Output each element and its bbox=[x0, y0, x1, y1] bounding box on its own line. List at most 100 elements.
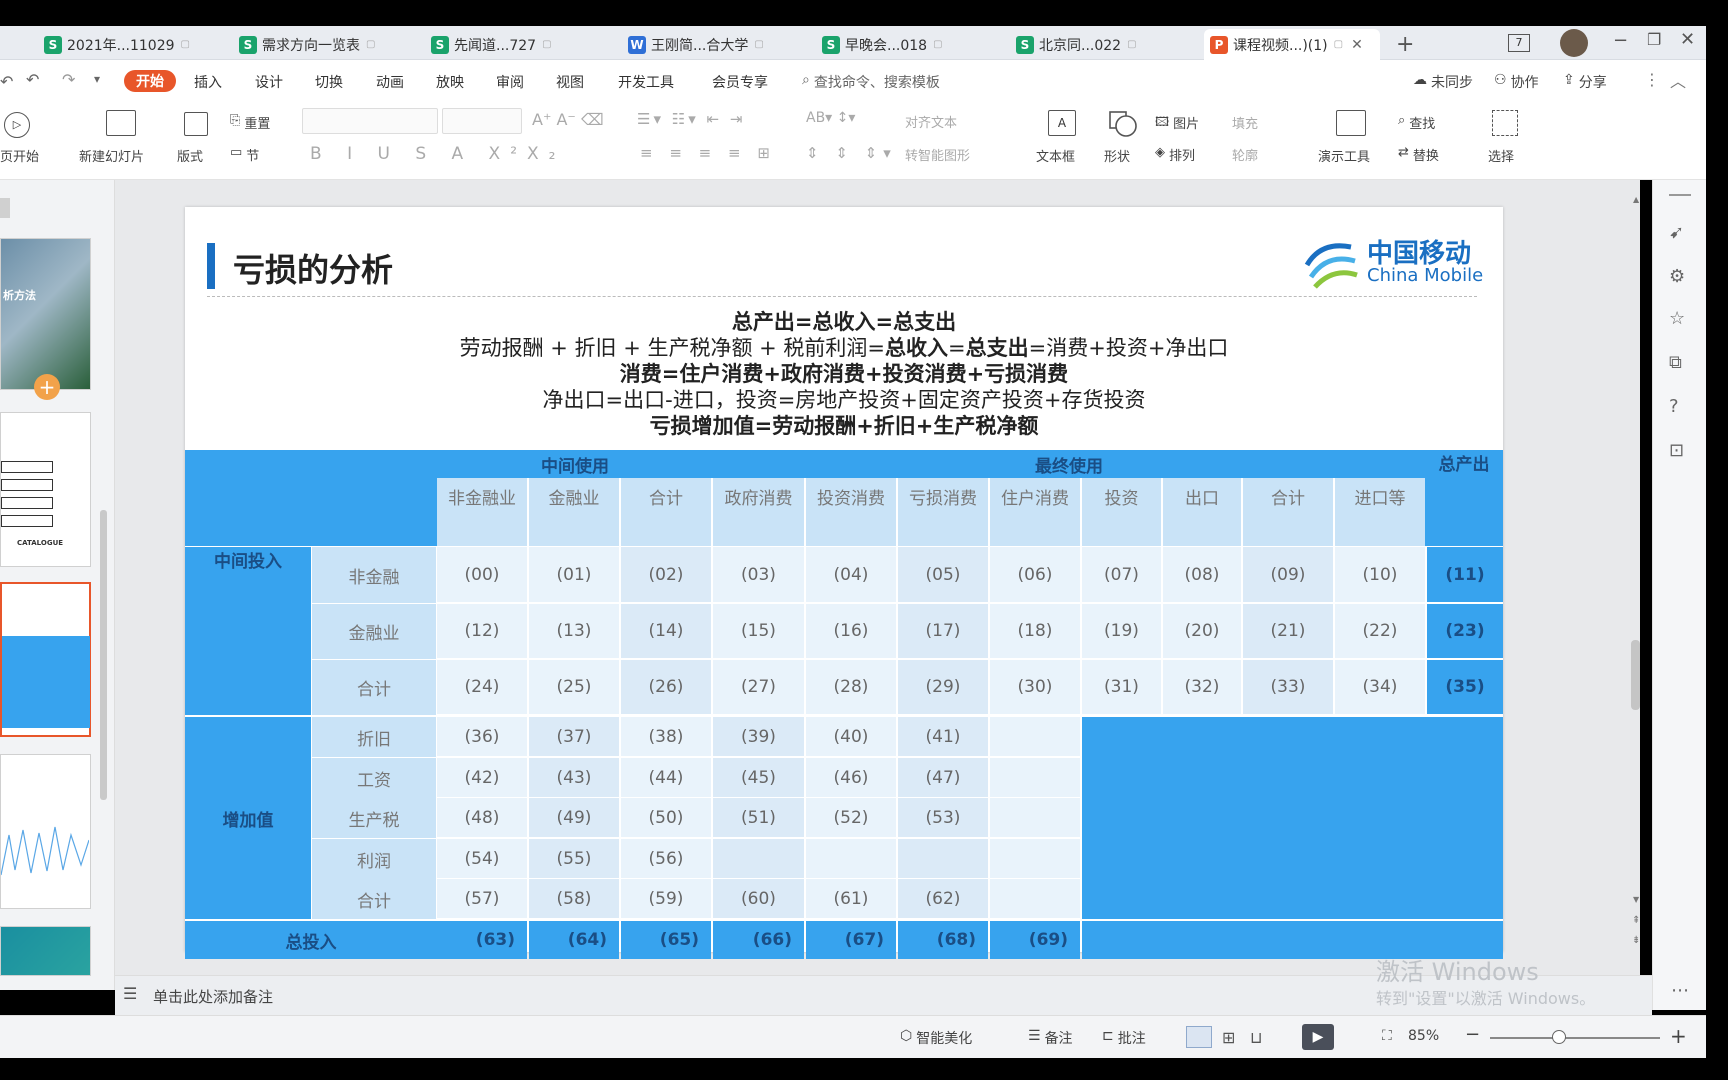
panel-tab[interactable] bbox=[0, 198, 10, 218]
quick-access-dropdown-icon[interactable]: ▾ bbox=[94, 72, 100, 86]
redo-icon[interactable]: ↷ bbox=[62, 70, 75, 89]
grid-view-icon[interactable]: ⊞ bbox=[1222, 1028, 1235, 1047]
beautify-button[interactable]: ⬡ 智能美化 bbox=[900, 1028, 972, 1048]
menu-item-0[interactable]: 插入 bbox=[194, 72, 222, 92]
font-family-select[interactable] bbox=[302, 108, 438, 134]
menu-item-6[interactable]: 视图 bbox=[556, 72, 584, 92]
window-icon[interactable]: ⧉ bbox=[1669, 352, 1682, 373]
comment-button[interactable]: ⊏ 批注 bbox=[1102, 1028, 1146, 1048]
doc-tab-4[interactable]: S 早晚会...018 ▢ bbox=[816, 29, 966, 60]
picture-button[interactable]: 🖾 图片 bbox=[1155, 113, 1199, 135]
textbox-button[interactable]: 文本框 bbox=[1036, 146, 1075, 165]
add-note-text[interactable]: 单击此处添加备注 bbox=[153, 986, 273, 1007]
scroll-up-icon[interactable]: ▲ bbox=[1633, 195, 1639, 204]
collapse-ribbon-icon[interactable]: ︿ bbox=[1670, 68, 1686, 92]
menu-item-8[interactable]: 会员专享 bbox=[712, 72, 768, 92]
sliders-icon[interactable]: ⚙ bbox=[1669, 266, 1685, 287]
minimize-icon[interactable]: − bbox=[1613, 30, 1628, 51]
align-text-button[interactable]: 对齐文本 bbox=[905, 112, 957, 131]
sync-status[interactable]: ☁ 未同步 bbox=[1413, 72, 1473, 92]
shape-button[interactable]: 形状 bbox=[1104, 146, 1130, 165]
undo2-icon[interactable]: ↶ bbox=[26, 70, 39, 89]
select-icon[interactable] bbox=[1492, 110, 1518, 136]
present-tools-button[interactable]: 演示工具 bbox=[1318, 146, 1370, 165]
list-icons[interactable]: ☰▾ ☷▾ ⇤ ⇥ bbox=[637, 110, 745, 128]
window-count-icon[interactable]: 7 bbox=[1508, 34, 1530, 52]
font-style-icons[interactable]: B I U S A X²X₂ bbox=[310, 144, 565, 164]
slide-thumbnail-1[interactable]: 析方法 bbox=[0, 238, 91, 390]
next-slide-icon[interactable]: ⇟ bbox=[1632, 935, 1640, 946]
zoom-level[interactable]: 85% bbox=[1408, 1028, 1439, 1044]
close-window-icon[interactable]: ✕ bbox=[1680, 29, 1695, 50]
doc-tab-1[interactable]: S 需求方向一览表 ▢ bbox=[233, 29, 383, 60]
new-slide-icon[interactable] bbox=[106, 110, 136, 136]
menu-item-3[interactable]: 动画 bbox=[376, 72, 404, 92]
find-button[interactable]: ⌕ 查找 bbox=[1398, 113, 1435, 132]
menu-item-1[interactable]: 设计 bbox=[255, 72, 283, 92]
more-tools-icon[interactable]: ⋯ bbox=[1671, 980, 1689, 1001]
restore-icon[interactable]: ❐ bbox=[1647, 30, 1661, 49]
normal-view-icon[interactable] bbox=[1186, 1026, 1212, 1048]
section-button[interactable]: ▭ 节 bbox=[230, 145, 259, 164]
play-from-start-button[interactable]: 页开始 bbox=[0, 146, 39, 165]
outline-button[interactable]: 轮廓 bbox=[1232, 145, 1258, 164]
doc-tab-2[interactable]: S 先闻道...727 ▢ bbox=[425, 29, 575, 60]
more-menu-icon[interactable]: ⋮ bbox=[1644, 70, 1660, 89]
slide-thumbnail-5[interactable] bbox=[0, 926, 91, 976]
share-button[interactable]: ⇪ 分享 bbox=[1563, 72, 1607, 92]
undo-icon[interactable]: ↶ bbox=[0, 72, 13, 91]
align-icons[interactable]: ≡ ≡ ≡ ≡ ⊞ bbox=[640, 144, 776, 162]
slide-thumbnail-3-active[interactable] bbox=[0, 582, 91, 737]
fit-window-icon[interactable]: ⛶ bbox=[1382, 1028, 1392, 1044]
command-search[interactable]: ⌕ 查找命令、搜索模板 bbox=[802, 72, 940, 92]
arrange-button[interactable]: ◈ 排列 bbox=[1155, 145, 1195, 164]
text-direction-icon[interactable]: AB▾ ↕▾ bbox=[806, 110, 855, 126]
menu-start[interactable]: 开始 bbox=[124, 70, 176, 92]
workspace-scrollbar[interactable] bbox=[1631, 640, 1640, 710]
collab-button[interactable]: ⚇ 协作 bbox=[1494, 72, 1539, 92]
thumbnail-scrollbar[interactable] bbox=[100, 510, 107, 800]
smart-art-button[interactable]: 转智能图形 bbox=[905, 145, 970, 164]
menu-item-4[interactable]: 放映 bbox=[436, 72, 464, 92]
play-slideshow-button[interactable]: ▶ bbox=[1302, 1024, 1334, 1050]
shape-icon[interactable] bbox=[1108, 110, 1138, 138]
replace-button[interactable]: ⇄ 替换 bbox=[1398, 145, 1439, 164]
layout-button[interactable]: 版式 bbox=[177, 146, 203, 165]
present-tools-icon[interactable] bbox=[1336, 110, 1366, 136]
doc-tab-6[interactable]: P 课程视频...)(1) ▢ ✕ bbox=[1204, 29, 1380, 60]
prev-slide-icon[interactable]: ⇞ bbox=[1632, 915, 1640, 926]
textbox-icon[interactable]: A bbox=[1048, 110, 1076, 136]
reset-button[interactable]: ⎘ 重置 bbox=[230, 113, 270, 132]
reading-view-icon[interactable]: ⊔ bbox=[1250, 1028, 1262, 1047]
play-icon[interactable]: ▷ bbox=[4, 112, 30, 138]
new-slide-button[interactable]: 新建幻灯片 bbox=[79, 146, 144, 165]
star-icon[interactable]: ☆ bbox=[1669, 308, 1685, 329]
close-tab-icon[interactable]: ✕ bbox=[1351, 37, 1363, 53]
slide-thumbnail-4[interactable] bbox=[0, 754, 91, 909]
fill-button[interactable]: 填充 bbox=[1232, 113, 1258, 132]
image-tool-icon[interactable]: ⊡ bbox=[1669, 440, 1684, 461]
rocket-icon[interactable]: ➹ bbox=[1669, 222, 1684, 243]
scroll-down-icon[interactable]: ▼ bbox=[1633, 895, 1639, 904]
zoom-in-button[interactable]: + bbox=[1670, 1024, 1687, 1048]
slide-thumbnail-2[interactable]: CATALOGUE bbox=[0, 412, 91, 567]
menu-item-2[interactable]: 切换 bbox=[315, 72, 343, 92]
new-tab-button[interactable]: + bbox=[1396, 32, 1414, 57]
note-toggle-button[interactable]: ☰ 备注 bbox=[1028, 1028, 1073, 1048]
doc-tab-3[interactable]: W 王刚简...合大学 ▢ bbox=[622, 29, 772, 60]
zoom-slider-thumb[interactable] bbox=[1552, 1030, 1566, 1044]
layout-icon[interactable] bbox=[184, 112, 208, 136]
select-button[interactable]: 选择 bbox=[1488, 146, 1514, 165]
menu-item-5[interactable]: 审阅 bbox=[496, 72, 524, 92]
help-icon[interactable]: ? bbox=[1669, 396, 1679, 417]
font-size-select[interactable] bbox=[442, 108, 522, 134]
add-slide-icon[interactable]: + bbox=[34, 374, 60, 400]
doc-tab-0[interactable]: S 2021年...11029 ▢ bbox=[38, 29, 190, 60]
doc-tab-5[interactable]: S 北京同...022 ▢ bbox=[1010, 29, 1160, 60]
zoom-slider-track[interactable] bbox=[1490, 1037, 1660, 1039]
spacing-icons[interactable]: ⇕ ⇕ ⇕▾ bbox=[806, 144, 897, 162]
slide-canvas[interactable]: 亏损的分析 中国移动 China Mobile 总产出=总收入=总支出 劳动报酬… bbox=[185, 207, 1503, 959]
font-size-tools-icon[interactable]: A⁺ A⁻ ⌫ bbox=[532, 110, 604, 129]
avatar[interactable] bbox=[1560, 29, 1588, 57]
menu-item-7[interactable]: 开发工具 bbox=[618, 72, 674, 92]
